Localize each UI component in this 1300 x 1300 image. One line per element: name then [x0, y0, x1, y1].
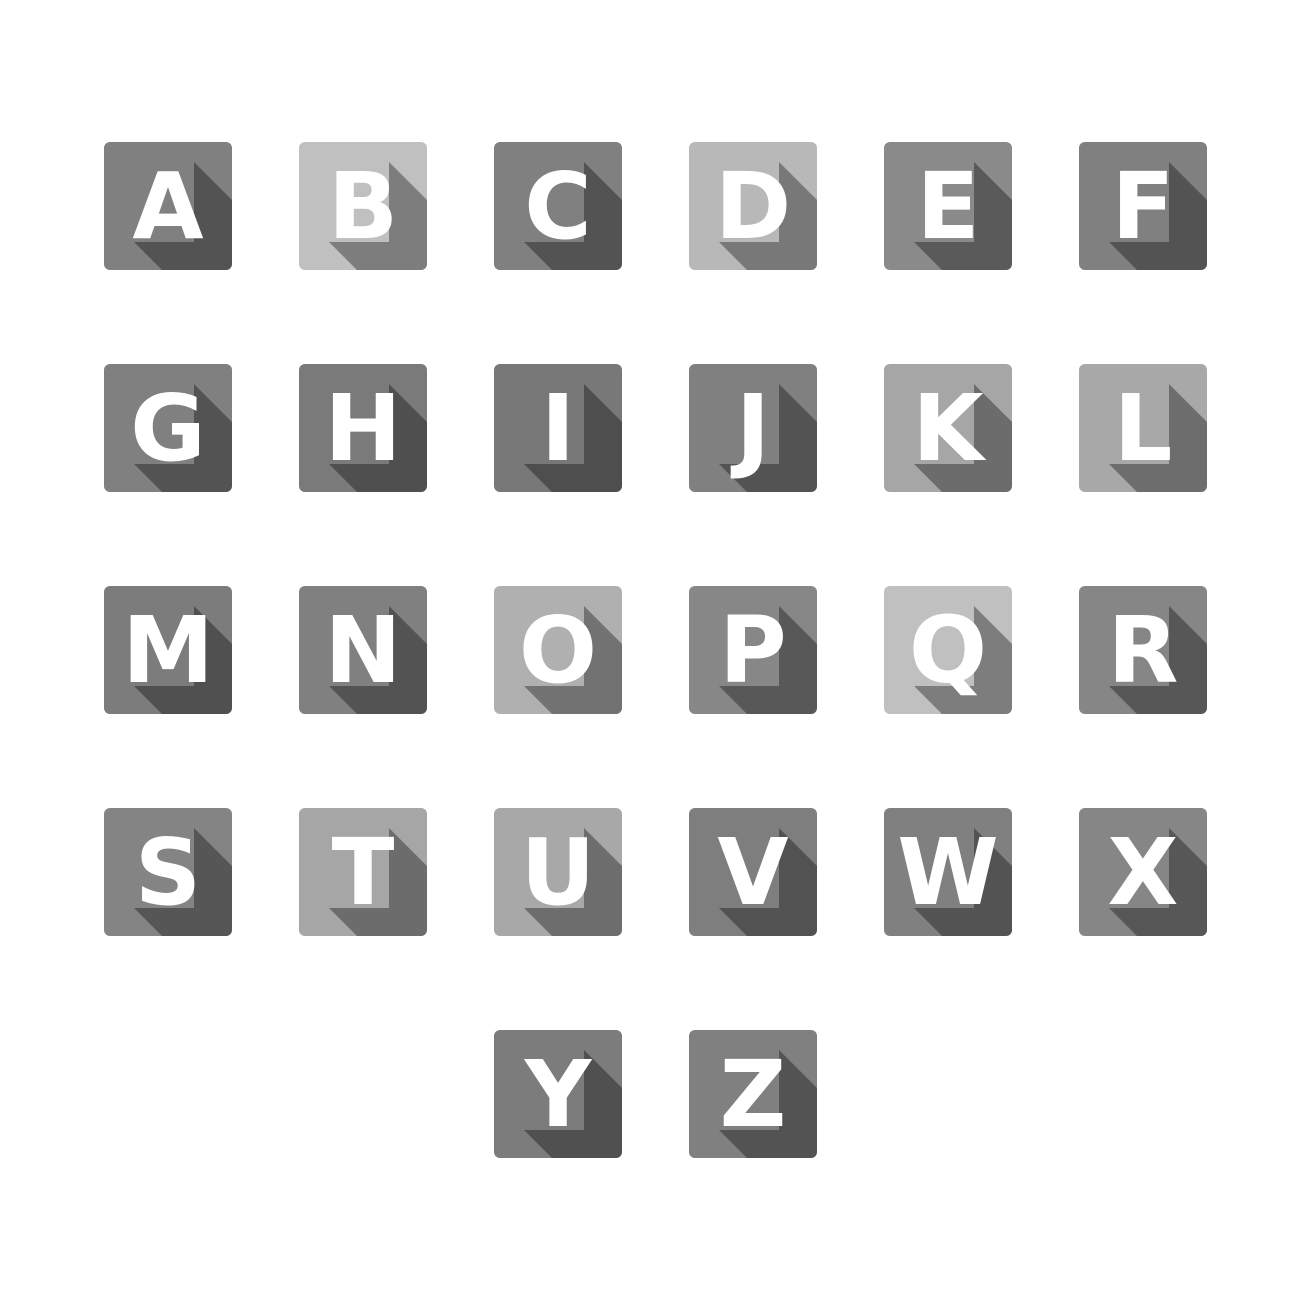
letter-tile-h: H [299, 364, 427, 492]
tile-letter: X [1107, 819, 1179, 926]
letter-tile-r: R [1079, 586, 1207, 714]
tile-letter: R [1107, 597, 1179, 704]
letter-tile-m: M [104, 586, 232, 714]
tile-letter: L [1113, 375, 1173, 482]
tile-letter: N [324, 597, 402, 704]
letter-tile-c: C [494, 142, 622, 270]
tile-letter: G [130, 375, 206, 482]
tile-letter: F [1111, 153, 1175, 260]
tile-letter: K [912, 375, 984, 482]
tile-letter: B [327, 153, 399, 260]
letter-tile-l: L [1079, 364, 1207, 492]
tile-letter: T [331, 819, 395, 926]
tile-letter: W [897, 819, 999, 926]
tile-letter: S [134, 819, 202, 926]
tile-letter: C [524, 153, 592, 260]
letter-tile-p: P [689, 586, 817, 714]
letter-tile-f: F [1079, 142, 1207, 270]
tile-letter: M [122, 597, 214, 704]
letter-tile-z: Z [689, 1030, 817, 1158]
tile-letter: V [717, 819, 789, 926]
letter-tile-n: N [299, 586, 427, 714]
letter-tile-i: I [494, 364, 622, 492]
letter-tile-q: Q [884, 586, 1012, 714]
tile-letter: O [518, 597, 598, 704]
tile-letter: E [916, 153, 980, 260]
letter-tile-y: Y [494, 1030, 622, 1158]
letter-tile-u: U [494, 808, 622, 936]
tile-letter: J [735, 375, 771, 482]
letter-tile-d: D [689, 142, 817, 270]
tile-letter: A [132, 153, 204, 260]
tile-letter: Z [719, 1041, 787, 1148]
alphabet-tiles-grid: A B C D E F G H I J K L M N O P Q R S T U V W X Y Z [0, 0, 1300, 1300]
tile-letter: Y [524, 1041, 592, 1148]
tile-letter: P [719, 597, 787, 704]
letter-tile-e: E [884, 142, 1012, 270]
letter-tile-o: O [494, 586, 622, 714]
letter-tile-b: B [299, 142, 427, 270]
letter-tile-j: J [689, 364, 817, 492]
tile-letter: I [540, 375, 576, 482]
letter-tile-t: T [299, 808, 427, 936]
tile-letter: U [520, 819, 596, 926]
letter-tile-a: A [104, 142, 232, 270]
letter-tile-v: V [689, 808, 817, 936]
letter-tile-x: X [1079, 808, 1207, 936]
tile-letter: Q [908, 597, 988, 704]
letter-tile-s: S [104, 808, 232, 936]
letter-tile-k: K [884, 364, 1012, 492]
tile-letter: D [714, 153, 792, 260]
letter-tile-w: W [884, 808, 1012, 936]
tile-letter: H [324, 375, 402, 482]
letter-tile-g: G [104, 364, 232, 492]
